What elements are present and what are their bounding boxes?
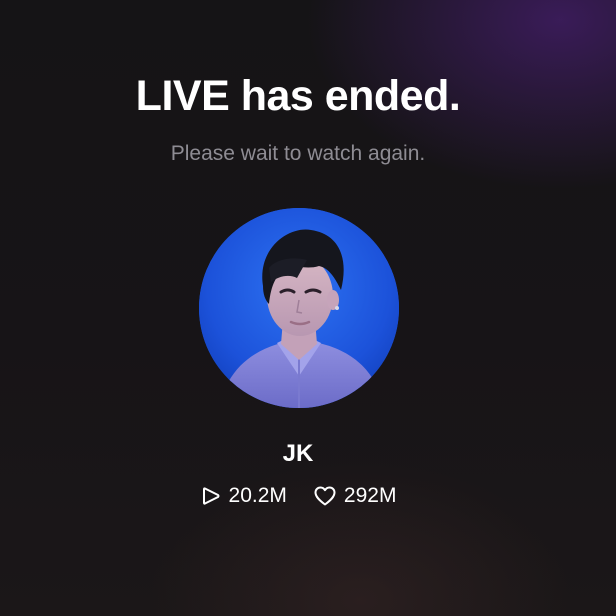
avatar[interactable] — [199, 208, 399, 408]
live-ended-screen: LIVE has ended. Please wait to watch aga… — [0, 0, 616, 616]
live-ended-title: LIVE has ended. — [135, 72, 461, 120]
play-count-value: 20.2M — [228, 484, 287, 507]
live-stats: 20.2M 292M — [0, 484, 596, 508]
like-count: 292M — [313, 484, 397, 508]
heart-icon — [314, 486, 336, 506]
like-count-value: 292M — [343, 484, 397, 507]
profile-photo-icon — [199, 208, 399, 408]
play-icon — [202, 487, 220, 505]
play-count: 20.2M — [200, 484, 287, 508]
live-ended-subtitle: Please wait to watch again. — [170, 142, 426, 165]
streamer-name: JK — [282, 440, 314, 467]
